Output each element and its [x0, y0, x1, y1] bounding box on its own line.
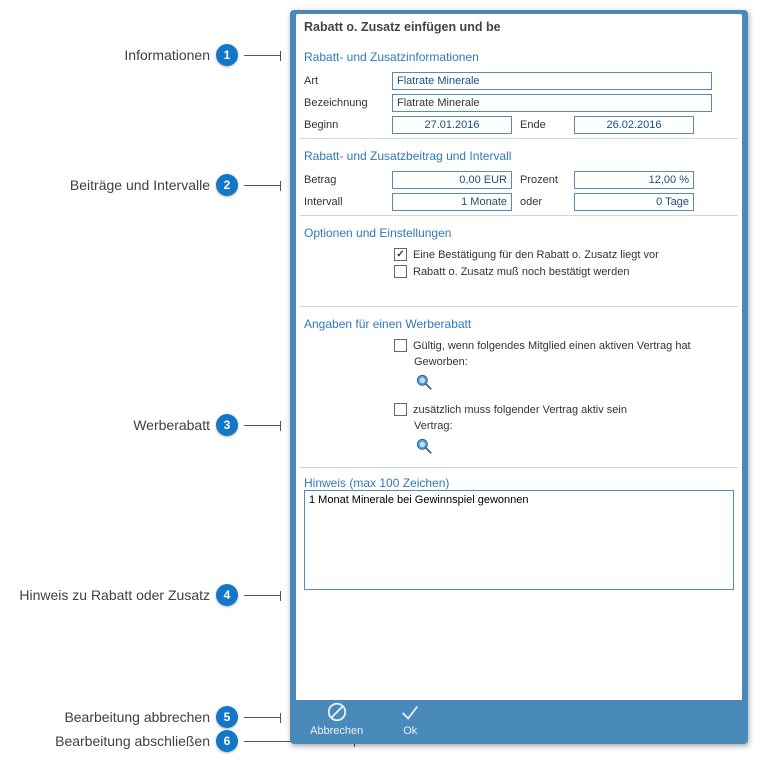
anno-bubble-2: 2: [216, 174, 238, 196]
field-intervall[interactable]: 1 Monate: [392, 193, 512, 211]
label-prozent: Prozent: [520, 174, 566, 186]
label-geworben: Geworben:: [304, 356, 734, 368]
dialog-title: Rabatt o. Zusatz einfügen und be: [304, 20, 501, 34]
label-pending: Rabatt o. Zusatz muß noch bestätigt werd…: [413, 266, 629, 278]
field-prozent[interactable]: 12,00 %: [574, 171, 694, 189]
anno-label-4: Hinweis zu Rabatt oder Zusatz: [10, 587, 210, 603]
section-head-werbe: Angaben für einen Werberabatt: [304, 313, 734, 335]
checkbox-confirm[interactable]: [394, 248, 407, 261]
anno-label-2: Beiträge und Intervalle: [10, 177, 210, 193]
checkbox-member-valid[interactable]: [394, 339, 407, 352]
search-icon: [414, 436, 434, 456]
label-confirm: Eine Bestätigung für den Rabatt o. Zusat…: [413, 249, 659, 261]
field-ende[interactable]: 26.02.2016: [574, 116, 694, 134]
label-betrag: Betrag: [304, 174, 384, 186]
anno-bubble-3: 3: [216, 414, 238, 436]
label-bezeichnung: Bezeichnung: [304, 97, 384, 109]
section-head-options: Optionen und Einstellungen: [304, 222, 734, 244]
dialog: Rabatt o. Zusatz einfügen und be Rabatt-…: [290, 10, 748, 744]
field-tage[interactable]: 0 Tage: [574, 193, 694, 211]
label-ende: Ende: [520, 119, 566, 131]
anno-label-6: Bearbeitung abschließen: [10, 733, 210, 749]
app-logo-icon: [714, 14, 740, 40]
ok-button[interactable]: Ok: [399, 701, 421, 737]
field-betrag[interactable]: 0,00 EUR: [392, 171, 512, 189]
cancel-button[interactable]: Abbrechen: [310, 701, 363, 737]
anno-bubble-6: 6: [216, 730, 238, 752]
textarea-hinweis[interactable]: [304, 490, 734, 590]
check-icon: [399, 701, 421, 723]
anno-bubble-5: 5: [216, 706, 238, 728]
label-vertrag: Vertrag:: [304, 420, 734, 432]
titlebar: Rabatt o. Zusatz einfügen und be: [296, 14, 742, 40]
cancel-label: Abbrechen: [310, 725, 363, 737]
label-intervall: Intervall: [304, 196, 384, 208]
dialog-footer: Abbrechen Ok: [290, 694, 748, 744]
search-icon: [414, 372, 434, 392]
section-head-betrag: Rabatt- und Zusatzbeitrag und Intervall: [304, 145, 734, 167]
anno-bubble-4: 4: [216, 584, 238, 606]
field-beginn[interactable]: 27.01.2016: [392, 116, 512, 134]
section-head-info: Rabatt- und Zusatzinformationen: [304, 46, 734, 68]
cancel-icon: [326, 701, 348, 723]
label-vertrag-required: zusätzlich muss folgender Vertrag aktiv …: [413, 404, 627, 416]
field-art[interactable]: Flatrate Minerale: [392, 72, 712, 90]
anno-label-1: Informationen: [10, 47, 210, 63]
anno-bubble-1: 1: [216, 44, 238, 66]
anno-label-5: Bearbeitung abbrechen: [10, 709, 210, 725]
section-head-hinweis: Hinweis (max 100 Zeichen): [304, 476, 734, 490]
lookup-vertrag[interactable]: [414, 436, 734, 459]
label-art: Art: [304, 75, 384, 87]
checkbox-pending[interactable]: [394, 265, 407, 278]
label-oder: oder: [520, 196, 566, 208]
input-bezeichnung[interactable]: [392, 94, 712, 112]
checkbox-vertrag-required[interactable]: [394, 403, 407, 416]
dialog-content: Rabatt- und Zusatzinformationen Art Flat…: [296, 40, 742, 700]
label-beginn: Beginn: [304, 119, 384, 131]
anno-label-3: Werberabatt: [10, 417, 210, 433]
ok-label: Ok: [403, 725, 417, 737]
lookup-geworben[interactable]: [414, 372, 734, 395]
label-member-valid: Gültig, wenn folgendes Mitglied einen ak…: [413, 340, 691, 352]
